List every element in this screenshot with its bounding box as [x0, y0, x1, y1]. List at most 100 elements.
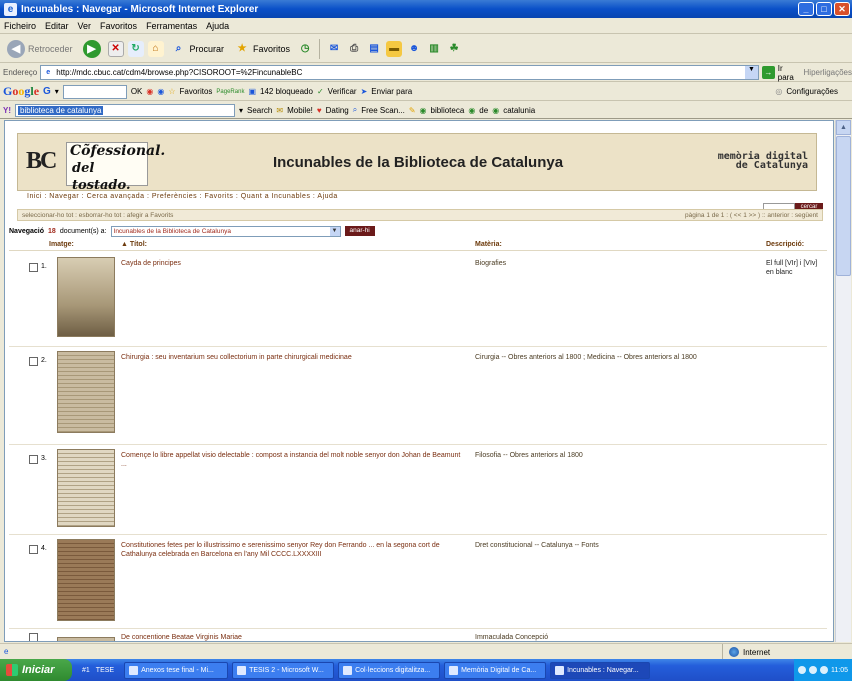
go-arrow-icon[interactable]: → — [761, 66, 775, 79]
start-button[interactable]: Iniciar — [0, 659, 72, 681]
row-checkbox[interactable] — [29, 633, 38, 641]
home-icon[interactable]: ⌂ — [147, 40, 164, 57]
word-icon — [129, 665, 139, 675]
doc-suffix: document(s) a: — [59, 227, 107, 235]
go-collection-button[interactable]: anar-hi — [344, 226, 375, 236]
yahoo-dropdown-icon[interactable]: ▾ — [239, 106, 243, 115]
google-news-icon[interactable]: ◉ — [146, 87, 153, 96]
selection-actions[interactable]: seleccionar-ho tot : esborrar-ho tot : a… — [22, 212, 173, 219]
tray-network-icon[interactable] — [798, 666, 806, 674]
maximize-button[interactable]: □ — [816, 2, 832, 16]
links-label[interactable]: Hiperligações — [804, 68, 852, 77]
mdc-logo[interactable]: memòria digital de Catalunya — [718, 152, 808, 171]
table-row: 3. Començe lo libre appellat visio delec… — [9, 445, 827, 535]
google-site-icon[interactable]: ◉ — [157, 87, 164, 96]
google-dropdown-icon[interactable]: ▾ — [55, 87, 59, 96]
header-description[interactable]: Descripció: — [766, 241, 804, 248]
google-search-input[interactable] — [62, 84, 127, 99]
row-checkbox[interactable] — [29, 263, 38, 272]
thumbnail-image[interactable] — [57, 257, 115, 337]
send-button[interactable]: Enviar para — [371, 87, 412, 96]
popup-blocked-count[interactable]: 142 bloqueado — [260, 87, 313, 96]
dating-button[interactable]: Dating — [326, 106, 349, 115]
taskbar-button[interactable]: TESIS 2 - Microsoft W... — [232, 661, 335, 679]
edit-icon[interactable]: ▤ — [366, 41, 382, 57]
row-title[interactable]: De concentione Beatae Virginis Mariae — [121, 633, 466, 641]
settings-button[interactable]: Configurações — [786, 87, 838, 96]
menu-ver[interactable]: Ver — [78, 21, 92, 31]
row-title[interactable]: Constitutiones fetes per lo illustrissim… — [121, 541, 466, 559]
scroll-thumb[interactable] — [836, 136, 851, 276]
taskbar-button[interactable]: Memòria Digital de Ca... — [444, 661, 547, 679]
go-button[interactable]: Ir para — [778, 64, 801, 82]
research-icon[interactable]: ▥ — [426, 41, 442, 57]
row-title[interactable]: Començe lo libre appellat visio delectab… — [121, 451, 466, 469]
favorites-button[interactable]: ★ Favoritos — [231, 38, 293, 60]
highlight-word-1[interactable]: biblioteca — [431, 106, 465, 115]
highlight-word-3[interactable]: catalunia — [503, 106, 535, 115]
scroll-up-icon[interactable]: ▲ — [836, 120, 851, 135]
folder-icon[interactable]: ▬ — [386, 40, 403, 57]
tray-volume-icon[interactable] — [809, 666, 817, 674]
highlight-2-icon: ◉ — [468, 105, 476, 115]
quick-launch-1[interactable]: #1 — [82, 667, 90, 674]
highlight-icon[interactable]: ✎ — [409, 106, 416, 115]
mobile-button[interactable]: Mobile! — [287, 106, 313, 115]
taskbar-button[interactable]: Anexos tese final - Mi... — [124, 661, 229, 679]
address-input[interactable]: e http://mdc.cbuc.cat/cdm4/browse.php?CI… — [40, 65, 759, 80]
forward-button[interactable]: ▶ — [80, 38, 104, 60]
print-icon[interactable]: ⎙ — [346, 41, 362, 57]
taskbar-button[interactable]: Col·leccions digitalitza... — [338, 661, 441, 679]
thumbnail-image[interactable] — [57, 351, 115, 433]
row-checkbox[interactable] — [29, 357, 38, 366]
row-checkbox[interactable] — [29, 545, 38, 554]
collection-select-value: Incunables de la Biblioteca de Catalunya — [113, 227, 231, 235]
close-button[interactable]: ✕ — [834, 2, 850, 16]
yahoo-icon[interactable]: Y! — [3, 106, 11, 115]
address-url: http://mdc.cbuc.cat/cdm4/browse.php?CISO… — [56, 68, 303, 77]
yahoo-search-input[interactable]: biblioteca de catalunya — [15, 103, 235, 117]
menu-ficheiro[interactable]: Ficheiro — [4, 21, 36, 31]
vertical-scrollbar[interactable]: ▲ — [835, 120, 851, 642]
search-button[interactable]: ⌕ Procurar — [168, 38, 228, 60]
stop-icon[interactable]: ✕ — [107, 40, 124, 57]
minimize-button[interactable]: _ — [798, 2, 814, 16]
freescan-button[interactable]: Free Scan... — [361, 106, 405, 115]
yahoo-search-button[interactable]: Search — [247, 106, 272, 115]
menu-favoritos[interactable]: Favoritos — [100, 21, 137, 31]
google-ok-button[interactable]: OK — [131, 87, 143, 96]
row-title[interactable]: Chirurgia : seu inventarium seu collecto… — [121, 353, 466, 362]
messenger-icon[interactable]: ☻ — [406, 41, 422, 57]
google-favoritos-button[interactable]: Favoritos — [180, 87, 213, 96]
tray-security-icon[interactable] — [820, 666, 828, 674]
verify-button[interactable]: Verificar — [328, 87, 357, 96]
chevron-down-icon: ▼ — [329, 226, 340, 236]
menu-ferramentas[interactable]: Ferramentas — [146, 21, 197, 31]
header-subject[interactable]: Matèria: — [475, 241, 502, 248]
quick-launch-tese[interactable]: TESE — [96, 667, 114, 674]
translate-icon[interactable]: ☘ — [446, 41, 462, 57]
address-dropdown-icon[interactable]: ▼ — [744, 66, 758, 79]
thumbnail-image[interactable] — [57, 449, 115, 527]
yahoo-mail-icon[interactable]: ✉ — [276, 106, 283, 115]
row-title[interactable]: Cayda de principes — [121, 259, 466, 268]
highlight-1-icon: ◉ — [419, 105, 427, 115]
search-icon: ⌕ — [175, 43, 182, 54]
back-button[interactable]: ◀ Retroceder — [4, 38, 76, 60]
navigation-line: Navegació 18 document(s) a: Incunables d… — [9, 225, 375, 237]
row-checkbox[interactable] — [29, 455, 38, 464]
history-icon[interactable]: ◷ — [297, 41, 313, 57]
highlight-word-2[interactable]: de — [479, 106, 488, 115]
menu-ajuda[interactable]: Ajuda — [206, 21, 229, 31]
pager[interactable]: pàgina 1 de 1 : ( << 1 >> ) :: anterior … — [685, 210, 818, 221]
send-icon: ➤ — [360, 87, 368, 96]
taskbar-button-active[interactable]: Incunables : Navegar... — [550, 661, 651, 679]
mail-icon[interactable]: ✉ — [326, 41, 342, 57]
thumbnail-image[interactable] — [57, 539, 115, 621]
site-nav[interactable]: Inici : Navegar : Cerca avançada : Prefe… — [17, 191, 817, 203]
collection-select[interactable]: Incunables de la Biblioteca de Catalunya… — [110, 225, 341, 237]
menu-editar[interactable]: Editar — [45, 21, 69, 31]
thumbnail-image[interactable] — [57, 637, 115, 641]
header-title[interactable]: ▲ Títol: — [121, 241, 147, 248]
refresh-icon[interactable]: ↻ — [127, 40, 144, 57]
